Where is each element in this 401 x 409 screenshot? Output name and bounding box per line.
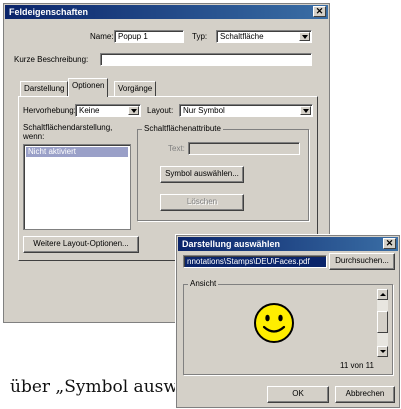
ok-button[interactable]: OK bbox=[267, 386, 329, 403]
button-attributes-title: Schaltflächenattribute bbox=[142, 124, 223, 133]
layout-label: Layout: bbox=[147, 106, 174, 115]
close-icon[interactable]: ✕ bbox=[383, 238, 396, 249]
name-input[interactable]: Popup 1 bbox=[114, 30, 184, 43]
close-icon[interactable]: ✕ bbox=[313, 6, 326, 17]
choose-icon-button[interactable]: Symbol auswählen... bbox=[160, 166, 244, 183]
preview-group: Ansicht 11 von 11 bbox=[183, 279, 393, 375]
preview-group-title: Ansicht bbox=[188, 279, 219, 288]
type-select-value: Schaltfläche bbox=[220, 32, 264, 41]
button-attributes-group: Schaltflächenattribute Text: Symbol ausw… bbox=[137, 124, 309, 221]
short-description-input[interactable] bbox=[100, 53, 312, 66]
type-select[interactable]: Schaltfläche bbox=[216, 30, 312, 43]
browse-button[interactable]: Durchsuchen... bbox=[329, 253, 395, 270]
tab-darstellung[interactable]: Darstellung bbox=[20, 81, 69, 96]
appearance-state-list[interactable]: Nicht aktiviert bbox=[23, 144, 131, 230]
cancel-button[interactable]: Abbrechen bbox=[335, 386, 395, 403]
chevron-down-icon[interactable] bbox=[299, 32, 310, 41]
text-input[interactable] bbox=[188, 142, 300, 155]
layout-select[interactable]: Nur Symbol bbox=[179, 104, 313, 117]
name-label: Name: bbox=[90, 32, 114, 41]
text-label: Text: bbox=[168, 144, 185, 153]
type-label: Typ: bbox=[192, 32, 208, 41]
chevron-down-icon[interactable] bbox=[128, 106, 139, 115]
short-description-label: Kurze Beschreibung: bbox=[14, 55, 89, 64]
file-path-input[interactable]: nnotations\Stamps\DEU\Faces.pdf bbox=[183, 255, 327, 268]
list-item[interactable]: Nicht aktiviert bbox=[26, 147, 128, 157]
dialog-title: Feldeigenschaften bbox=[9, 7, 89, 17]
chevron-down-icon[interactable] bbox=[300, 106, 311, 115]
dialog-title: Darstellung auswählen bbox=[182, 239, 281, 249]
more-layout-options-button[interactable]: Weitere Layout-Optionen... bbox=[23, 236, 139, 253]
highlight-select[interactable]: Keine bbox=[75, 104, 141, 117]
highlight-label: Hervorhebung: bbox=[23, 106, 76, 115]
preview-scrollbar[interactable] bbox=[377, 289, 388, 357]
field-properties-titlebar[interactable]: Feldeigenschaften ✕ bbox=[5, 5, 328, 19]
appearance-label-when: wenn: bbox=[23, 132, 45, 141]
scroll-down-icon[interactable] bbox=[377, 346, 388, 357]
select-appearance-dialog: Darstellung auswählen ✕ nnotations\Stamp… bbox=[176, 235, 400, 408]
select-appearance-titlebar[interactable]: Darstellung auswählen ✕ bbox=[178, 237, 398, 251]
scroll-up-icon[interactable] bbox=[377, 289, 388, 300]
scroll-thumb[interactable] bbox=[377, 311, 388, 333]
smiley-face-icon bbox=[254, 303, 294, 343]
highlight-select-value: Keine bbox=[79, 106, 100, 115]
tab-vorgaenge[interactable]: Vorgänge bbox=[114, 81, 157, 96]
tab-optionen[interactable]: Optionen bbox=[68, 78, 109, 97]
layout-select-value: Nur Symbol bbox=[183, 106, 225, 115]
delete-button[interactable]: Löschen bbox=[160, 194, 244, 211]
page-counter: 11 von 11 bbox=[340, 361, 374, 370]
